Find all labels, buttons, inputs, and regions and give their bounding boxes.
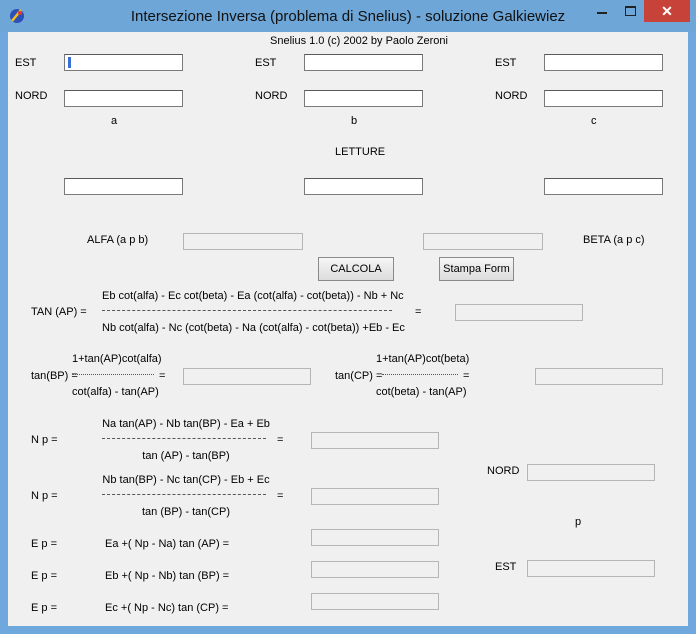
tan-cp-denominator: cot(beta) - tan(AP) [376, 386, 467, 398]
tan-bp-fraction-line [72, 374, 154, 375]
ep3-label: E p = [31, 602, 57, 614]
letture-label: LETTURE [335, 146, 386, 158]
np1-numerator: Na tan(AP) - Nb tan(BP) - Ea + Eb [102, 418, 270, 430]
alfa-output [183, 233, 303, 250]
tan-cp-fraction-line [382, 374, 458, 375]
ep1-label: E p = [31, 538, 57, 550]
result-est-output [527, 560, 655, 577]
tan-bp-label: tan(BP) = [31, 370, 78, 382]
np2-output [311, 488, 439, 505]
tan-ap-numerator: Eb cot(alfa) - Ec cot(beta) - Ea (cot(al… [102, 290, 404, 302]
tan-bp-denominator: cot(alfa) - tan(AP) [72, 386, 159, 398]
ep1-output [311, 529, 439, 546]
stampa-form-button[interactable]: Stampa Form [439, 257, 514, 281]
lettura-input-a[interactable] [64, 178, 183, 195]
tan-ap-output [455, 304, 583, 321]
app-window: Intersezione Inversa (problema di Sneliu… [0, 0, 696, 634]
beta-label: BETA (a p c) [583, 234, 645, 246]
nord-input-c[interactable] [544, 90, 663, 107]
beta-output [423, 233, 543, 250]
result-est-label: EST [495, 561, 517, 573]
maximize-button[interactable] [616, 0, 644, 22]
ep2-expression: Eb +( Np - Nb) tan (BP) = [105, 570, 230, 582]
np2-label: N p = [31, 490, 58, 502]
tan-ap-label: TAN (AP) = [31, 306, 87, 318]
np2-fraction-line [102, 494, 266, 495]
np2-denominator: tan (BP) - tan(CP) [141, 506, 231, 518]
credit-text: Snelius 1.0 (c) 2002 by Paolo Zeroni [270, 35, 448, 47]
np2-equals: = [277, 490, 284, 502]
tan-cp-numerator: 1+tan(AP)cot(beta) [376, 353, 470, 365]
est-label-a: EST [15, 57, 37, 69]
np1-fraction-line [102, 438, 266, 439]
est-input-c[interactable] [544, 54, 663, 71]
nord-label-a: NORD [15, 90, 48, 102]
nord-input-b[interactable] [304, 90, 423, 107]
tan-bp-equals: = [159, 370, 166, 382]
ep1-expression: Ea +( Np - Na) tan (AP) = [105, 538, 230, 550]
tan-ap-denominator: Nb cot(alfa) - Nc (cot(beta) - Na (cot(a… [102, 322, 405, 334]
tan-bp-output [183, 368, 311, 385]
form-client-area: Snelius 1.0 (c) 2002 by Paolo Zeroni EST… [8, 32, 688, 626]
tan-cp-equals: = [463, 370, 470, 382]
tan-ap-equals: = [415, 306, 422, 318]
title-bar[interactable]: Intersezione Inversa (problema di Sneliu… [0, 0, 696, 32]
est-label-b: EST [255, 57, 277, 69]
nord-input-a[interactable] [64, 90, 183, 107]
result-point-label: p [575, 516, 582, 528]
tan-cp-label: tan(CP) = [335, 370, 383, 382]
ep3-output [311, 593, 439, 610]
est-label-c: EST [495, 57, 517, 69]
lettura-input-b[interactable] [304, 178, 423, 195]
close-button[interactable]: ✕ [644, 0, 690, 22]
result-nord-output [527, 464, 655, 481]
ep3-expression: Ec +( Np - Nc) tan (CP) = [105, 602, 229, 614]
tan-bp-numerator: 1+tan(AP)cot(alfa) [72, 353, 162, 365]
np2-numerator: Nb tan(BP) - Nc tan(CP) - Eb + Ec [102, 474, 270, 486]
point-label-a: a [111, 115, 118, 127]
point-label-b: b [351, 115, 358, 127]
tan-ap-fraction-line [102, 310, 392, 311]
text-caret [68, 57, 71, 68]
point-label-c: c [591, 115, 597, 127]
alfa-label: ALFA (a p b) [87, 234, 149, 246]
np1-denominator: tan (AP) - tan(BP) [142, 450, 230, 462]
lettura-input-c[interactable] [544, 178, 663, 195]
calcola-button[interactable]: CALCOLA [318, 257, 394, 281]
tan-cp-output [535, 368, 663, 385]
close-icon: ✕ [661, 3, 673, 19]
result-nord-label: NORD [487, 465, 520, 477]
nord-label-c: NORD [495, 90, 528, 102]
ep2-label: E p = [31, 570, 57, 582]
np1-equals: = [277, 434, 284, 446]
ep2-output [311, 561, 439, 578]
np1-label: N p = [31, 434, 58, 446]
np1-output [311, 432, 439, 449]
nord-label-b: NORD [255, 90, 288, 102]
est-input-b[interactable] [304, 54, 423, 71]
minimize-button[interactable] [588, 0, 616, 22]
est-input-a[interactable] [64, 54, 183, 71]
